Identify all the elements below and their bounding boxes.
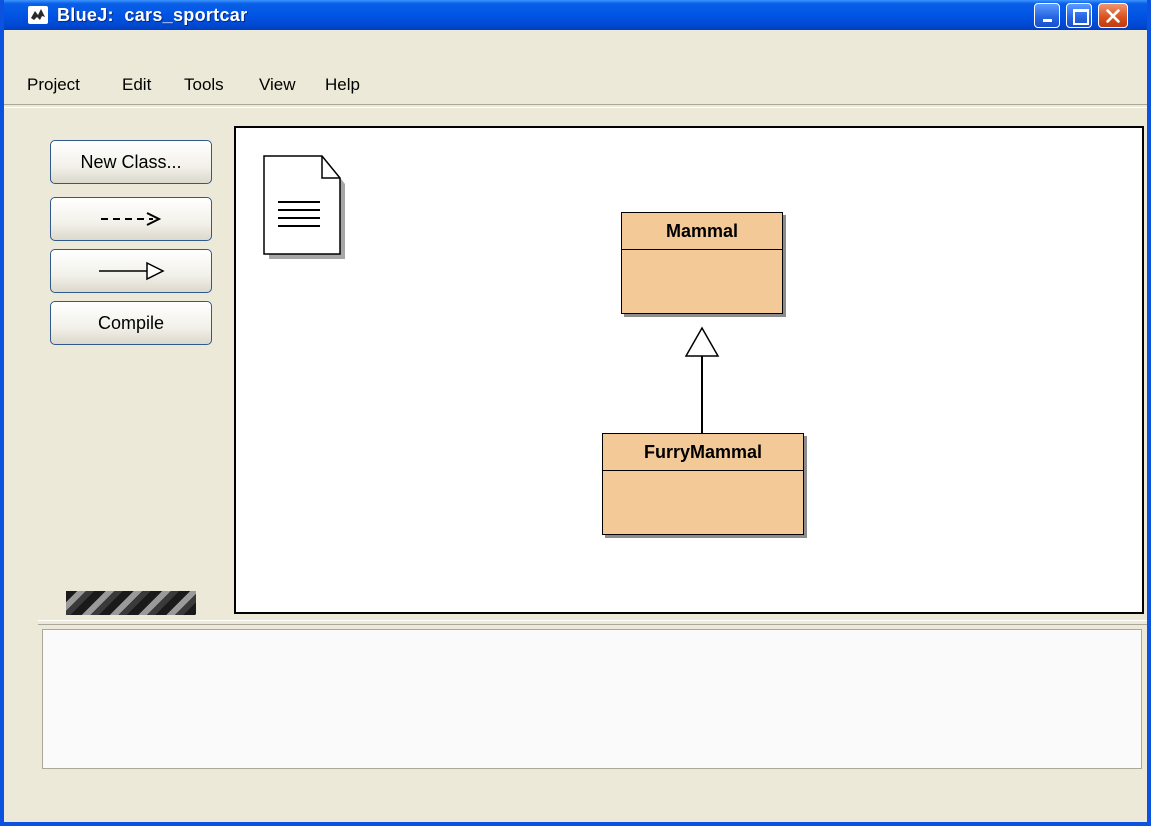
bluej-bird-icon xyxy=(28,6,48,24)
splitter[interactable] xyxy=(38,620,1147,625)
activity-indicator xyxy=(66,591,196,615)
class-name: FurryMammal xyxy=(603,434,803,471)
compile-label: Compile xyxy=(97,312,165,333)
title-bar[interactable]: BlueJ: cars_sportcar xyxy=(4,0,1147,30)
menu-tools[interactable]: Tools xyxy=(184,75,224,95)
inheritance-arrow-button[interactable] xyxy=(50,249,212,293)
new-class-button[interactable]: New Class... xyxy=(50,140,212,184)
menu-bar-items: Project Edit Tools View Help xyxy=(4,68,1147,102)
menu-edit[interactable]: Edit xyxy=(122,75,151,95)
class-box-furrymammal[interactable]: FurryMammal xyxy=(602,433,804,535)
class-name: Mammal xyxy=(622,213,782,250)
menu-help[interactable]: Help xyxy=(325,75,360,95)
maximize-icon xyxy=(1073,9,1089,25)
bluej-window: BlueJ: cars_sportcar Project Edit Tools … xyxy=(0,0,1151,826)
dependency-arrow-button[interactable] xyxy=(50,197,212,241)
menu-project[interactable]: Project xyxy=(27,75,80,95)
window-title: BlueJ: cars_sportcar xyxy=(57,5,248,25)
close-icon xyxy=(1106,9,1120,23)
inheritance-arrow-icon xyxy=(99,261,165,281)
maximize-button[interactable] xyxy=(1066,3,1092,28)
menu-view[interactable]: View xyxy=(259,75,296,95)
class-box-mammal[interactable]: Mammal xyxy=(621,212,783,314)
close-button[interactable] xyxy=(1098,3,1128,28)
new-class-label: New Class... xyxy=(80,151,182,172)
minimize-button[interactable] xyxy=(1034,3,1060,28)
dashed-arrow-icon xyxy=(101,212,162,226)
menu-separator xyxy=(4,104,1147,108)
class-diagram-canvas[interactable]: Mammal FurryMammal xyxy=(234,126,1144,614)
minimize-icon xyxy=(1043,19,1052,22)
inheritance-relation xyxy=(684,326,720,433)
object-bench[interactable] xyxy=(42,629,1142,769)
compile-button[interactable]: Compile xyxy=(50,301,212,345)
